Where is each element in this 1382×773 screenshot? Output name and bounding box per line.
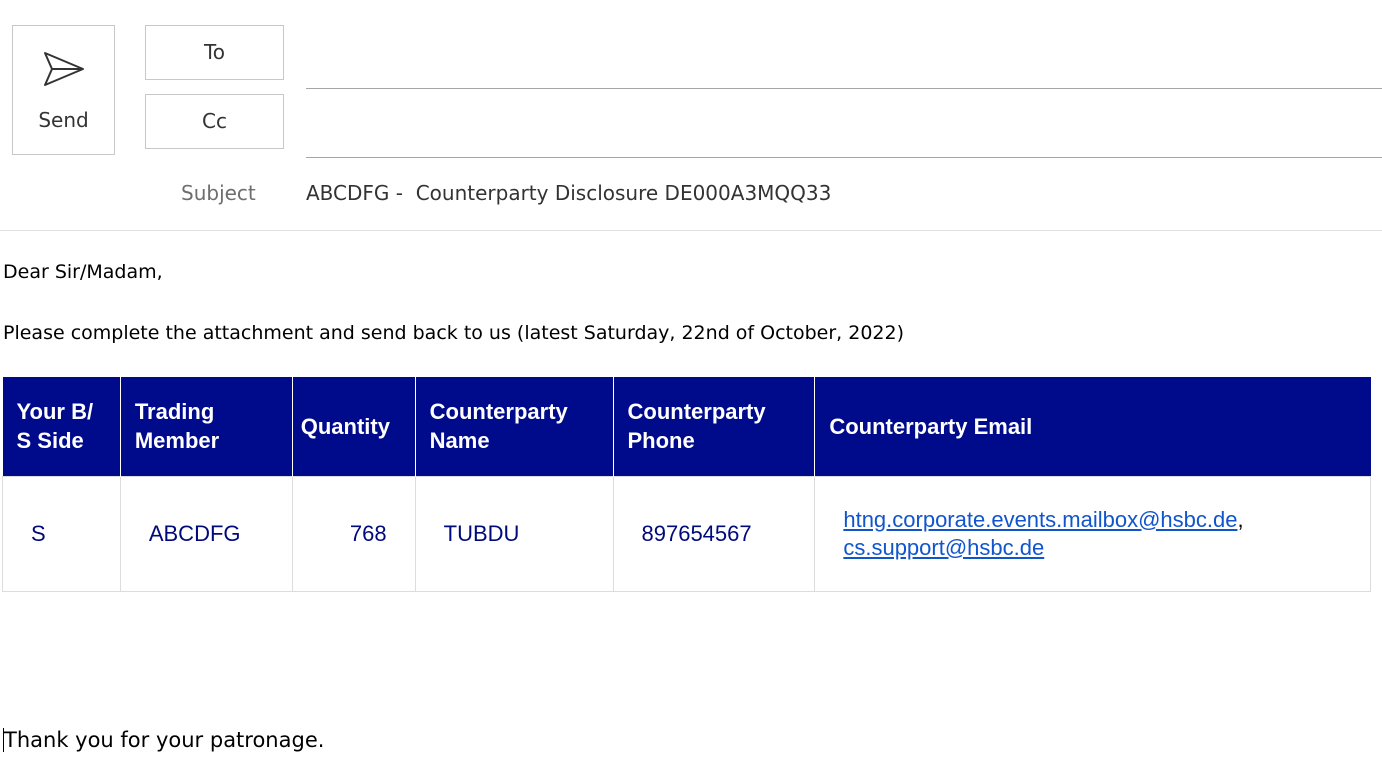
header-cp-phone: Counterparty Phone	[613, 377, 816, 476]
email-link-secondary[interactable]: cs.support@hsbc.de	[843, 535, 1044, 560]
header-cp-phone-text: Counterparty Phone	[627, 399, 766, 454]
table-row: S ABCDFG 768 TUBDU 897654567 htng.corpor…	[2, 475, 1371, 592]
subject-field[interactable]: ABCDFG - Counterparty Disclosure DE000A3…	[306, 181, 831, 205]
send-button[interactable]: Send	[12, 25, 115, 155]
send-label: Send	[38, 108, 89, 132]
cell-quantity: 768	[291, 475, 416, 592]
to-button[interactable]: To	[145, 25, 284, 80]
header-quantity: Quantity	[292, 377, 416, 476]
email-link-primary[interactable]: htng.corporate.events.mailbox@hsbc.de	[843, 507, 1237, 532]
compose-header: Send To Cc Subject ABCDFG - Counterparty…	[0, 0, 1382, 231]
header-bs-side: Your B/ S Side	[2, 377, 121, 476]
header-bs-side-text: Your B/ S Side	[16, 399, 94, 454]
table-header-row: Your B/ S Side Trading Member Quantity C…	[2, 377, 1371, 476]
header-quantity-text: Quantity	[300, 413, 390, 439]
header-cp-email-text: Counterparty Email	[829, 413, 1033, 439]
header-cp-email: Counterparty Email	[814, 377, 1371, 476]
email-separator: ,	[1237, 506, 1244, 532]
cell-cp-phone: 897654567	[612, 475, 816, 592]
cell-cp-name: TUBDU	[414, 475, 614, 592]
header-cp-name: Counterparty Name	[415, 377, 614, 476]
cc-field[interactable]	[306, 127, 1382, 158]
send-paper-plane-icon	[44, 52, 84, 86]
cc-button[interactable]: Cc	[145, 94, 284, 149]
greeting-text: Dear Sir/Madam,	[3, 261, 163, 283]
cell-cp-email: htng.corporate.events.mailbox@hsbc.de, c…	[814, 475, 1371, 592]
closing-text: Thank you for your patronage.	[3, 728, 325, 752]
header-trading-member: Trading Member	[120, 377, 293, 476]
header-trading-member-text: Trading Member	[134, 399, 220, 454]
counterparty-table: Your B/ S Side Trading Member Quantity C…	[2, 377, 1371, 592]
cell-side: S	[2, 475, 121, 592]
instruction-text: Please complete the attachment and send …	[3, 322, 905, 344]
to-field[interactable]	[306, 58, 1382, 89]
header-cp-name-text: Counterparty Name	[429, 399, 568, 454]
cell-trading-member: ABCDFG	[119, 475, 293, 592]
subject-label: Subject	[181, 181, 256, 205]
